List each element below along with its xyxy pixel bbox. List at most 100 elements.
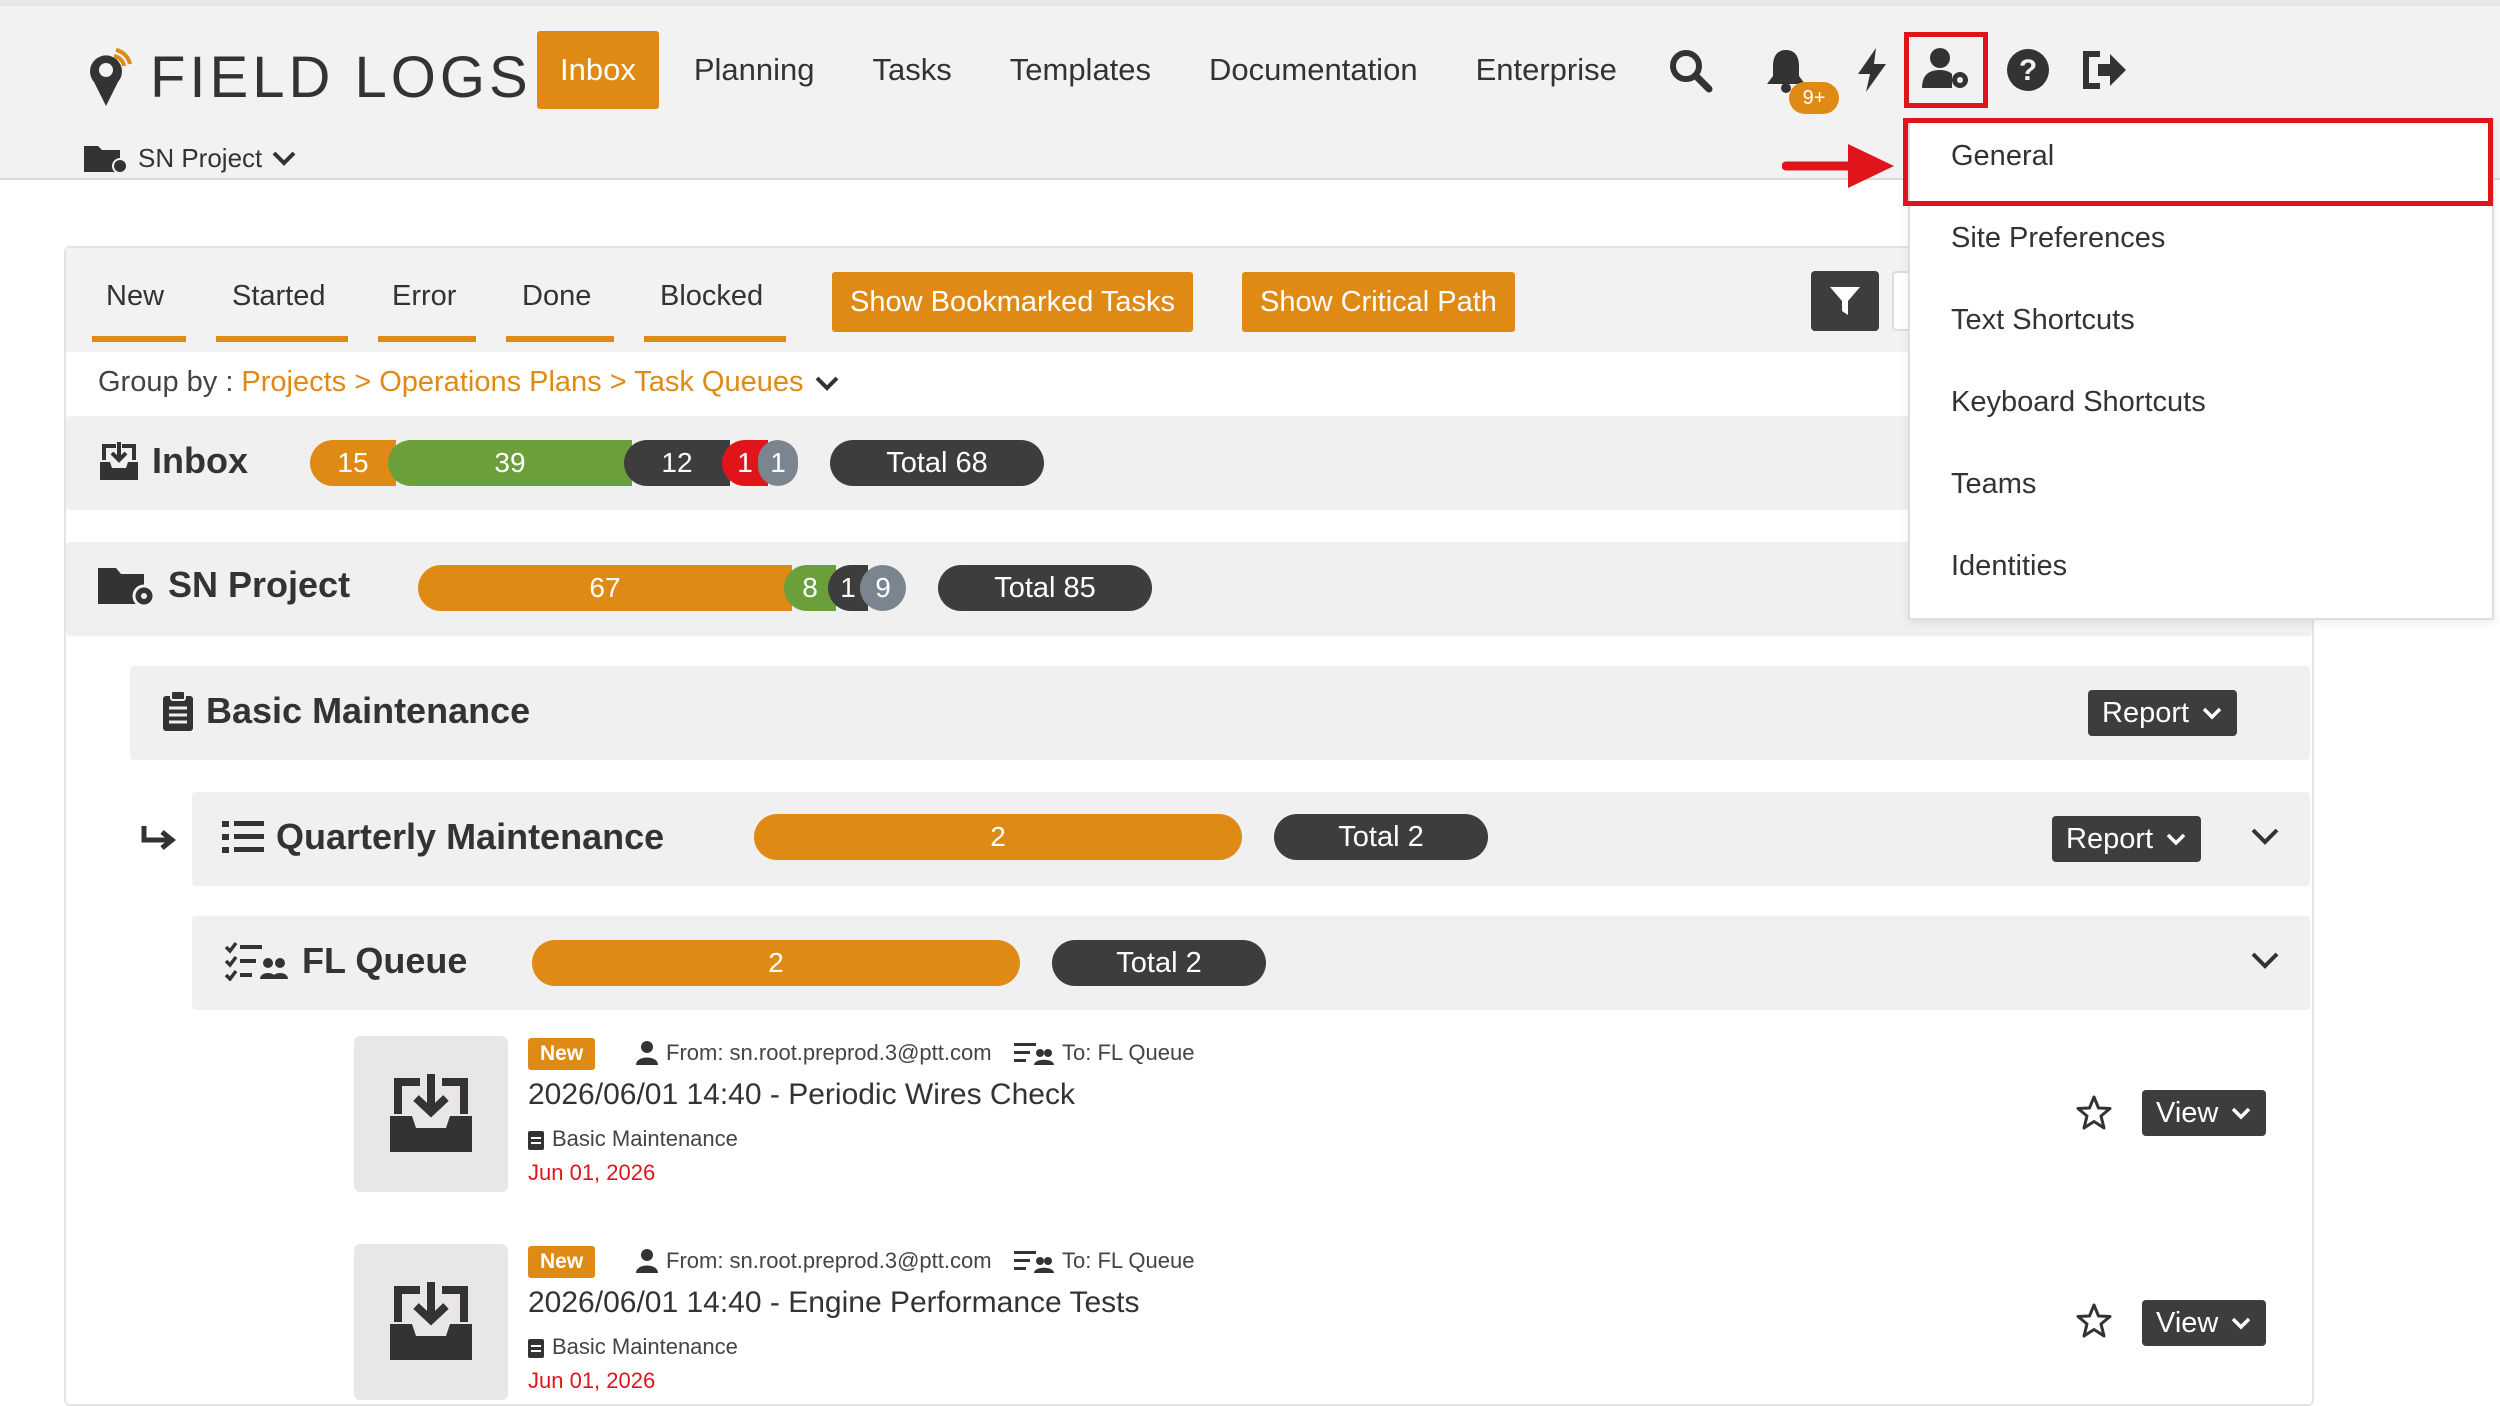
logo[interactable]: FIELD LOGS	[86, 44, 532, 111]
expand-chevron-icon[interactable]	[2250, 826, 2280, 846]
task-thumbnail[interactable]	[354, 1244, 508, 1400]
task-plan: Basic Maintenance	[528, 1126, 738, 1152]
logout-icon[interactable]	[2080, 46, 2128, 94]
chevron-down-icon	[2232, 1107, 2251, 1120]
list-icon	[222, 821, 264, 853]
view-button[interactable]: View	[2142, 1090, 2267, 1136]
user-icon	[636, 1041, 658, 1065]
notification-badge: 9+	[1789, 82, 1839, 114]
queue-tasks-icon	[1014, 1043, 1054, 1065]
view-button[interactable]: View	[2142, 1300, 2267, 1346]
queue-total-badge: Total 2	[1052, 940, 1266, 986]
filter-button[interactable]	[1811, 271, 1879, 331]
project-total-badge: Total 85	[938, 565, 1152, 611]
task-plan: Basic Maintenance	[528, 1334, 738, 1360]
help-icon[interactable]: ?	[2004, 46, 2052, 94]
subplan-report-button[interactable]: Report	[2052, 816, 2202, 862]
tab-error[interactable]: Error	[392, 280, 456, 313]
task-from: From: sn.root.preprod.3@ptt.com	[636, 1040, 992, 1066]
view-button-label: View	[2156, 1097, 2219, 1129]
inbox-download-icon	[390, 1282, 472, 1360]
queue-tasks-icon	[224, 941, 288, 981]
status-badge: New	[528, 1038, 596, 1070]
nav-tasks[interactable]: Tasks	[844, 31, 981, 109]
project-new-count[interactable]: 67	[418, 565, 792, 611]
tab-error-underline	[378, 336, 476, 342]
subplan-total-badge: Total 2	[1274, 814, 1488, 860]
tab-done[interactable]: Done	[522, 280, 591, 313]
chevron-down-icon[interactable]	[813, 373, 841, 393]
inbox-icon	[100, 442, 138, 480]
inbox-started-count[interactable]: 39	[388, 440, 632, 486]
view-button-label: View	[2156, 1307, 2219, 1339]
task-plan-text: Basic Maintenance	[552, 1334, 738, 1359]
task-to: To: FL Queue	[1014, 1040, 1194, 1066]
subplan-title-text: Quarterly Maintenance	[276, 816, 665, 857]
task-to-text: To: FL Queue	[1062, 1248, 1195, 1273]
inbox-done-count[interactable]: 12	[624, 440, 730, 486]
plan-group-title[interactable]: Basic Maintenance	[162, 690, 530, 732]
tab-started[interactable]: Started	[232, 280, 326, 313]
folder-settings-icon	[84, 146, 128, 174]
expand-chevron-icon[interactable]	[2250, 950, 2280, 970]
project-selector[interactable]: SN Project	[84, 142, 308, 174]
project-title-text: SN Project	[168, 564, 351, 605]
project-group-title[interactable]: SN Project	[98, 564, 350, 606]
task-to: To: FL Queue	[1014, 1248, 1194, 1274]
bookmark-star-icon[interactable]	[2075, 1302, 2113, 1340]
show-critical-path-button[interactable]: Show Critical Path	[1242, 272, 1515, 332]
menu-item-site-preferences[interactable]: Site Preferences	[1951, 222, 2165, 255]
task-due-date: Jun 01, 2026	[528, 1368, 656, 1393]
task-title[interactable]: 2026/06/01 14:40 - Engine Performance Te…	[528, 1286, 1140, 1320]
folder-settings-icon	[98, 568, 156, 606]
task-thumbnail[interactable]	[354, 1036, 508, 1192]
nav-planning[interactable]: Planning	[665, 31, 844, 109]
plan-report-button[interactable]: Report	[2088, 690, 2238, 736]
inbox-title-text: Inbox	[152, 440, 248, 481]
plan-report-label: Report	[2102, 697, 2190, 729]
chevron-down-icon	[2232, 1317, 2251, 1330]
inbox-download-icon	[390, 1074, 472, 1152]
logo-text: FIELD LOGS	[150, 45, 532, 110]
queue-group-title[interactable]: FL Queue	[224, 940, 467, 982]
queue-status-bar: 2	[532, 940, 1020, 986]
tab-new[interactable]: New	[106, 280, 164, 313]
svg-text:?: ?	[2019, 54, 2037, 87]
task-to-text: To: FL Queue	[1062, 1040, 1195, 1065]
user-icon	[636, 1249, 658, 1273]
main-nav: Inbox Planning Tasks Templates Documenta…	[537, 31, 1646, 109]
nav-enterprise[interactable]: Enterprise	[1447, 31, 1646, 109]
task-title[interactable]: 2026/06/01 14:40 - Periodic Wires Check	[528, 1078, 1075, 1112]
project-selector-label: SN Project	[138, 142, 263, 173]
bookmark-star-icon[interactable]	[2075, 1094, 2113, 1132]
chevron-down-icon	[2202, 707, 2222, 720]
tab-blocked[interactable]: Blocked	[660, 280, 763, 313]
inbox-blocked-count[interactable]: 1	[758, 440, 798, 486]
subplan-group-title[interactable]: Quarterly Maintenance	[222, 816, 664, 858]
task-from-text: From: sn.root.preprod.3@ptt.com	[666, 1040, 992, 1065]
inbox-group-title[interactable]: Inbox	[98, 440, 248, 482]
location-pin-icon	[90, 47, 132, 106]
group-by-path[interactable]: Projects > Operations Plans > Task Queue…	[241, 366, 803, 399]
menu-item-text-shortcuts[interactable]: Text Shortcuts	[1951, 304, 2135, 337]
nav-templates[interactable]: Templates	[981, 31, 1180, 109]
project-blocked-count[interactable]: 9	[860, 565, 906, 611]
subplan-new-count[interactable]: 2	[754, 814, 1242, 860]
filter-icon	[1830, 287, 1860, 315]
menu-item-identities[interactable]: Identities	[1951, 550, 2067, 583]
search-icon[interactable]	[1666, 46, 1714, 94]
task-from: From: sn.root.preprod.3@ptt.com	[636, 1248, 992, 1274]
inbox-new-count[interactable]: 15	[310, 440, 396, 486]
subplan-report-label: Report	[2066, 823, 2154, 855]
lightning-icon[interactable]	[1848, 46, 1896, 94]
nav-inbox[interactable]: Inbox	[537, 31, 659, 109]
show-bookmarked-tasks-button[interactable]: Show Bookmarked Tasks	[832, 272, 1194, 332]
clipboard-list-icon	[163, 690, 193, 731]
tab-started-underline	[216, 336, 348, 342]
queue-tasks-icon	[1014, 1251, 1054, 1273]
subplan-status-bar: 2	[754, 814, 1242, 860]
queue-new-count[interactable]: 2	[532, 940, 1020, 986]
menu-item-keyboard-shortcuts[interactable]: Keyboard Shortcuts	[1951, 386, 2206, 419]
nav-documentation[interactable]: Documentation	[1180, 31, 1447, 109]
menu-item-teams[interactable]: Teams	[1951, 468, 2036, 501]
